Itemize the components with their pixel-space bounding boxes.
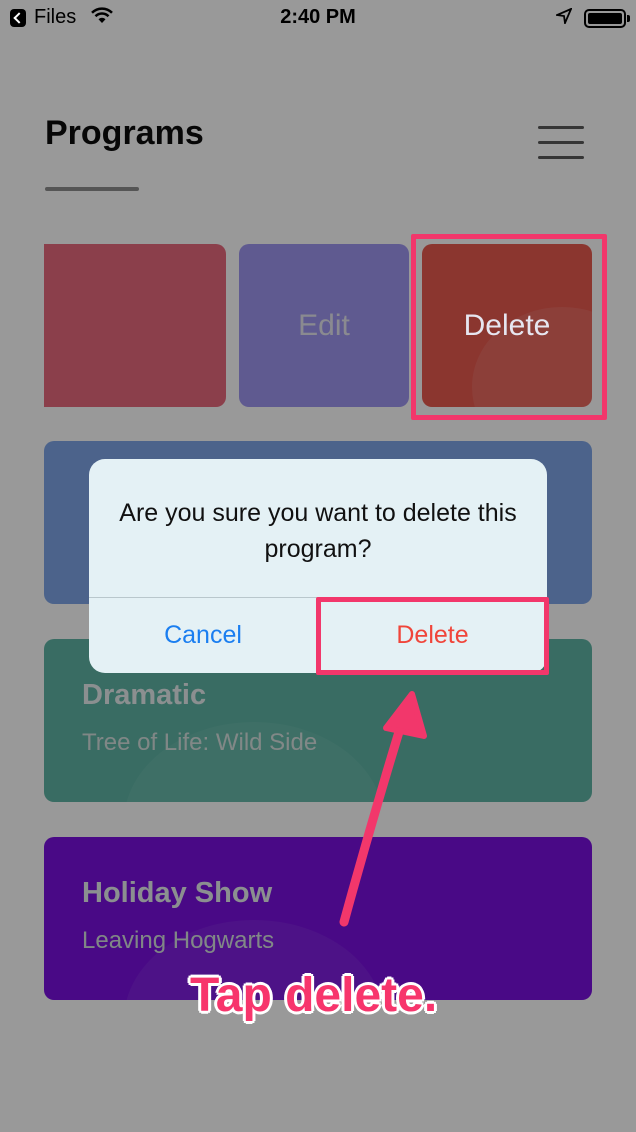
battery-icon [584, 9, 630, 28]
cancel-button[interactable]: Cancel [89, 598, 317, 673]
tutorial-caption: Tap delete. [190, 969, 438, 1022]
status-bar: Files 2:40 PM [0, 0, 636, 36]
delete-action-label: Delete [463, 308, 551, 342]
highlight-box-confirm-delete [316, 597, 549, 675]
status-time: 2:40 PM [280, 6, 356, 28]
location-arrow-icon [556, 8, 572, 24]
alert-message: Are you sure you want to delete this pro… [119, 499, 517, 563]
